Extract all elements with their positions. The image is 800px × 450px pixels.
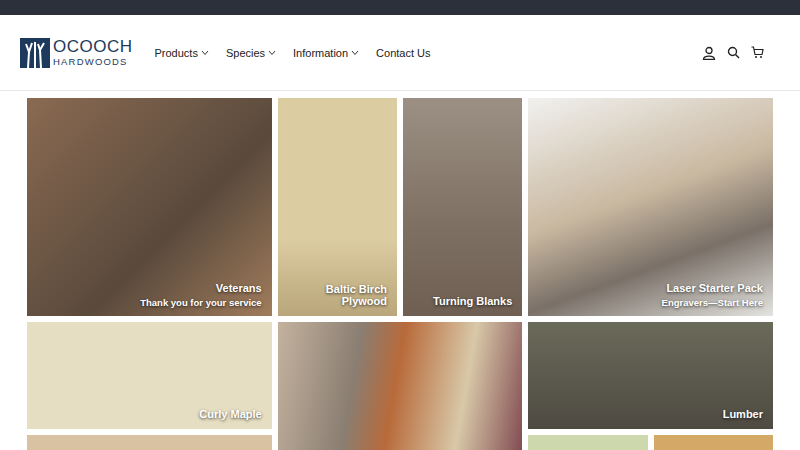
page: OCOOCH HARDWOODS Products Species Inform… [0, 0, 800, 450]
category-tile[interactable] [654, 435, 773, 450]
tile-subtitle: Engravers—Start Here [662, 297, 763, 308]
category-tile[interactable] [27, 435, 272, 450]
category-tile[interactable]: Turning Blanks [403, 98, 522, 316]
tile-subtitle: Thank you for your service [140, 297, 261, 308]
chevron-down-icon [201, 50, 209, 56]
nav-item[interactable]: Information [293, 47, 359, 59]
tile-title: Baltic Birch Plywood [317, 283, 387, 308]
category-tile[interactable]: Curly Maple [27, 322, 272, 429]
header: OCOOCH HARDWOODS Products Species Inform… [0, 15, 800, 91]
nav-item[interactable]: Contact Us [376, 47, 430, 59]
category-grid: Veterans Thank you for your service Balti… [0, 91, 800, 450]
tile-title: Turning Blanks [433, 295, 512, 308]
category-tile[interactable]: Veterans Thank you for your service [27, 98, 272, 316]
nav-item[interactable]: Products [155, 47, 209, 59]
category-tile[interactable]: Lumber [528, 322, 773, 429]
category-tile[interactable] [278, 322, 523, 450]
tile-title: Lumber [723, 408, 763, 421]
logo[interactable]: OCOOCH HARDWOODS [20, 38, 133, 68]
tile-title: Veterans [216, 282, 262, 295]
tile-title: Curly Maple [199, 408, 261, 421]
cart-icon[interactable] [751, 46, 764, 59]
logo-tagline: HARDWOODS [53, 57, 133, 67]
search-icon[interactable] [727, 46, 740, 59]
account-icon[interactable] [702, 46, 716, 60]
main-nav: Products Species Information Contact Us [155, 47, 431, 59]
category-tile[interactable]: Laser Starter Pack Engravers—Start Here [528, 98, 773, 316]
top-bar [0, 0, 800, 15]
chevron-down-icon [268, 50, 276, 56]
chevron-down-icon [351, 50, 359, 56]
category-tile[interactable] [528, 435, 647, 450]
logo-name: OCOOCH [53, 38, 133, 55]
category-tile[interactable]: Baltic Birch Plywood [278, 98, 397, 316]
tile-title: Laser Starter Pack [666, 282, 763, 295]
tree-logo-icon [20, 38, 50, 68]
nav-item[interactable]: Species [226, 47, 276, 59]
